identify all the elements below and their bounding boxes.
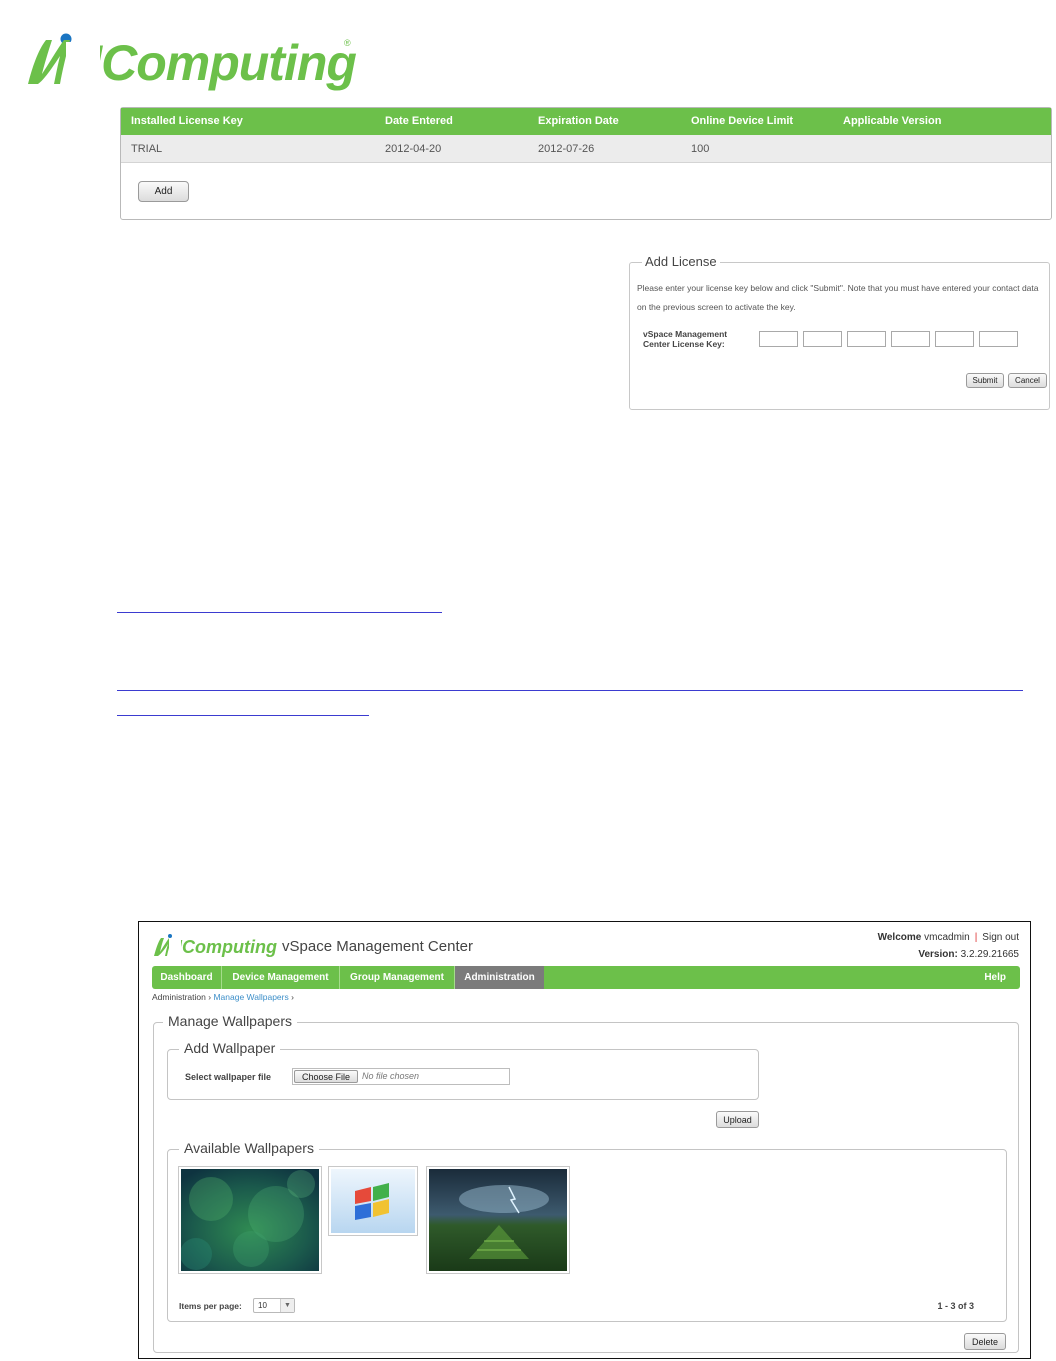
manage-wallpapers-legend: Manage Wallpapers	[163, 1013, 297, 1029]
tab-device-management[interactable]: Device Management	[222, 966, 340, 989]
wallpaper-file-input[interactable]: Choose File No file chosen	[292, 1068, 510, 1085]
wallpaper-thumbnail-storm-field[interactable]	[426, 1166, 570, 1274]
table-row: TRIAL 2012-04-20 2012-07-26 100	[121, 135, 1051, 163]
page-count: 1 - 3 of 3	[937, 1301, 974, 1311]
sign-out-link[interactable]: Sign out	[982, 932, 1019, 943]
license-key-label: vSpace Management Center License Key:	[643, 329, 728, 349]
welcome-bar: Welcome vmcadmin | Sign out	[877, 932, 1019, 943]
license-key-field-2[interactable]	[803, 331, 842, 347]
header-date-entered: Date Entered	[385, 115, 453, 127]
tab-dashboard[interactable]: Dashboard	[152, 966, 222, 989]
license-key-field-5[interactable]	[935, 331, 974, 347]
logo-wordmark: NComputing	[66, 35, 356, 91]
breadcrumb: Administration › Manage Wallpapers ›	[152, 992, 294, 1002]
svg-text:®: ®	[344, 38, 351, 48]
items-per-page-select[interactable]: 10 ▼	[253, 1298, 295, 1313]
upload-button[interactable]: Upload	[716, 1111, 759, 1128]
license-panel: Installed License Key Date Entered Expir…	[120, 107, 1052, 220]
items-per-page-label: Items per page:	[179, 1301, 242, 1311]
add-license-button[interactable]: Add	[138, 181, 189, 202]
header-expiration-date: Expiration Date	[538, 115, 619, 127]
license-key-field-4[interactable]	[891, 331, 930, 347]
ncomputing-logo: NComputing ®	[22, 28, 362, 92]
no-file-text: No file chosen	[362, 1071, 420, 1081]
add-wallpaper-legend: Add Wallpaper	[179, 1040, 281, 1056]
breadcrumb-manage-wallpapers[interactable]: Manage Wallpapers	[213, 992, 288, 1002]
chevron-down-icon: ▼	[280, 1299, 294, 1312]
license-table-header: Installed License Key Date Entered Expir…	[121, 108, 1051, 135]
submit-button[interactable]: Submit	[966, 373, 1004, 388]
header-license-key: Installed License Key	[131, 115, 243, 127]
vspace-logo: NComputing	[152, 933, 277, 959]
delete-button[interactable]: Delete	[964, 1333, 1006, 1350]
add-license-fieldset: Add License Please enter your license ke…	[629, 254, 1050, 410]
license-key-field-1[interactable]	[759, 331, 798, 347]
link-underline[interactable]	[117, 690, 1023, 691]
device-limit-cell: 100	[691, 143, 710, 155]
help-link[interactable]: Help	[984, 966, 1006, 989]
add-license-legend: Add License	[642, 254, 720, 269]
tab-group-management[interactable]: Group Management	[340, 966, 455, 989]
license-key-field-6[interactable]	[979, 331, 1018, 347]
date-entered-cell: 2012-04-20	[385, 143, 442, 155]
vspace-screenshot: NComputing vSpace Management Center Welc…	[138, 921, 1031, 1359]
main-nav: Dashboard Device Management Group Manage…	[152, 966, 1020, 989]
manage-wallpapers-fieldset: Manage Wallpapers Add Wallpaper Select w…	[153, 1013, 1019, 1353]
license-key-cell: TRIAL	[131, 143, 163, 155]
cancel-button[interactable]: Cancel	[1008, 373, 1047, 388]
username: vmcadmin	[924, 932, 970, 943]
link-underline[interactable]	[117, 715, 369, 716]
expiration-cell: 2012-07-26	[538, 143, 595, 155]
wallpaper-thumbnail-bokeh[interactable]	[178, 1166, 322, 1274]
add-license-instructions: Please enter your license key below and …	[637, 283, 1039, 312]
select-wallpaper-label: Select wallpaper file	[185, 1072, 272, 1082]
link-underline[interactable]	[117, 612, 442, 613]
wallpaper-thumbnail-windows-logo[interactable]	[328, 1166, 418, 1236]
header-device-limit: Online Device Limit	[691, 115, 794, 127]
header-applicable-version: Applicable Version	[843, 115, 942, 127]
svg-text:NComputing: NComputing	[169, 937, 277, 957]
license-key-field-3[interactable]	[847, 331, 886, 347]
available-wallpapers-legend: Available Wallpapers	[179, 1140, 319, 1156]
add-wallpaper-fieldset: Add Wallpaper Select wallpaper file Choo…	[167, 1040, 759, 1100]
app-title: vSpace Management Center	[282, 938, 473, 955]
version-info: Version: 3.2.29.21665	[918, 949, 1019, 960]
available-wallpapers-fieldset: Available Wallpapers Items per page: 10 …	[167, 1140, 1007, 1322]
tab-administration[interactable]: Administration	[455, 966, 544, 989]
breadcrumb-administration[interactable]: Administration	[152, 992, 206, 1002]
choose-file-button[interactable]: Choose File	[294, 1070, 358, 1083]
